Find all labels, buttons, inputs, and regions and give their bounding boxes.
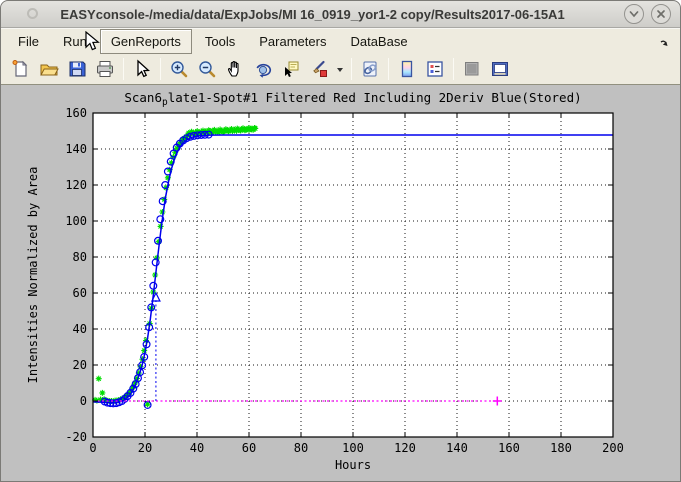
- x-tick-label: 40: [190, 441, 204, 455]
- toolbar-separator: [123, 58, 124, 80]
- x-tick-label: 100: [342, 441, 364, 455]
- x-tick-label: 200: [602, 441, 624, 455]
- new-file-button[interactable]: [8, 56, 34, 82]
- pan-button[interactable]: [222, 56, 248, 82]
- save-icon: [67, 59, 87, 79]
- insert-legend-icon: [425, 59, 445, 79]
- x-axis-label: Hours: [335, 458, 371, 472]
- zoom-out-icon: [197, 59, 217, 79]
- data-cursor-button[interactable]: [278, 56, 304, 82]
- y-tick-label: 60: [73, 286, 87, 300]
- plot-canvas: 020406080100120140160180200-200204060801…: [1, 86, 680, 482]
- menu-item-genreports[interactable]: GenReports: [100, 29, 192, 54]
- toolbar-separator: [160, 58, 161, 80]
- figure-area: 020406080100120140160180200-200204060801…: [1, 86, 680, 482]
- menu-item-parameters[interactable]: Parameters: [248, 29, 337, 54]
- toolbar-separator: [351, 58, 352, 80]
- save-button[interactable]: [64, 56, 90, 82]
- y-tick-label: 120: [65, 178, 87, 192]
- close-icon: [655, 8, 667, 20]
- y-tick-label: 100: [65, 214, 87, 228]
- x-tick-label: 20: [138, 441, 152, 455]
- open-folder-button[interactable]: [36, 56, 62, 82]
- y-tick-label: 160: [65, 106, 87, 120]
- insert-legend-button[interactable]: [422, 56, 448, 82]
- y-tick-label: 0: [80, 394, 87, 408]
- menubar-corner-arrow-icon[interactable]: [658, 36, 670, 48]
- zoom-out-button[interactable]: [194, 56, 220, 82]
- window-icon-placeholder: [27, 8, 38, 19]
- window-title: EASYconsole-/media/data/ExpJobs/MI 16_09…: [1, 7, 624, 22]
- insert-colorbar-icon: [397, 59, 417, 79]
- brush-caret-button[interactable]: [334, 56, 346, 82]
- menubar: File Run GenReports Tools Parameters Dat…: [1, 28, 680, 54]
- insert-colorbar-button[interactable]: [394, 56, 420, 82]
- titlebar[interactable]: EASYconsole-/media/data/ExpJobs/MI 16_09…: [1, 1, 680, 28]
- rotate-3d-icon: [253, 59, 273, 79]
- x-tick-label: 140: [446, 441, 468, 455]
- toolbar: [1, 54, 680, 85]
- toolbar-separator: [453, 58, 454, 80]
- y-tick-label: 40: [73, 322, 87, 336]
- x-tick-label: 180: [550, 441, 572, 455]
- data-cursor-icon: [281, 59, 301, 79]
- pointer-icon: [132, 59, 152, 79]
- y-tick-label: 20: [73, 358, 87, 372]
- shade-button[interactable]: [624, 4, 644, 24]
- y-tick-label: -20: [65, 430, 87, 444]
- zoom-in-icon: [169, 59, 189, 79]
- x-tick-label: 160: [498, 441, 520, 455]
- plot-title: Scan6plate1-Spot#1 Filtered Red Includin…: [124, 90, 581, 108]
- print-icon: [95, 59, 115, 79]
- menu-item-file[interactable]: File: [7, 29, 50, 54]
- plain-square-button[interactable]: [459, 56, 485, 82]
- x-tick-label: 60: [242, 441, 256, 455]
- zoom-in-button[interactable]: [166, 56, 192, 82]
- dock-figure-icon: [490, 59, 510, 79]
- y-axis-label: Intensities Normalized by Area: [26, 167, 40, 384]
- y-tick-label: 80: [73, 250, 87, 264]
- x-tick-label: 120: [394, 441, 416, 455]
- application-window: EASYconsole-/media/data/ExpJobs/MI 16_09…: [0, 0, 681, 482]
- close-button[interactable]: [651, 4, 671, 24]
- new-file-icon: [11, 59, 31, 79]
- link-plot-icon: [360, 59, 380, 79]
- print-button[interactable]: [92, 56, 118, 82]
- pointer-button[interactable]: [129, 56, 155, 82]
- chevron-down-icon: [628, 8, 640, 20]
- x-tick-label: 80: [294, 441, 308, 455]
- link-plot-button[interactable]: [357, 56, 383, 82]
- menu-item-database[interactable]: DataBase: [339, 29, 418, 54]
- menu-item-tools[interactable]: Tools: [194, 29, 246, 54]
- x-tick-label: 0: [89, 441, 96, 455]
- open-folder-icon: [39, 59, 59, 79]
- brush-icon: [309, 59, 329, 79]
- y-tick-label: 140: [65, 142, 87, 156]
- menu-item-run[interactable]: Run: [52, 29, 98, 54]
- brush-button[interactable]: [306, 56, 332, 82]
- dock-figure-button[interactable]: [487, 56, 513, 82]
- plain-square-icon: [462, 59, 482, 79]
- pan-icon: [225, 59, 245, 79]
- rotate-3d-button[interactable]: [250, 56, 276, 82]
- toolbar-separator: [388, 58, 389, 80]
- brush-caret-icon: [336, 59, 344, 79]
